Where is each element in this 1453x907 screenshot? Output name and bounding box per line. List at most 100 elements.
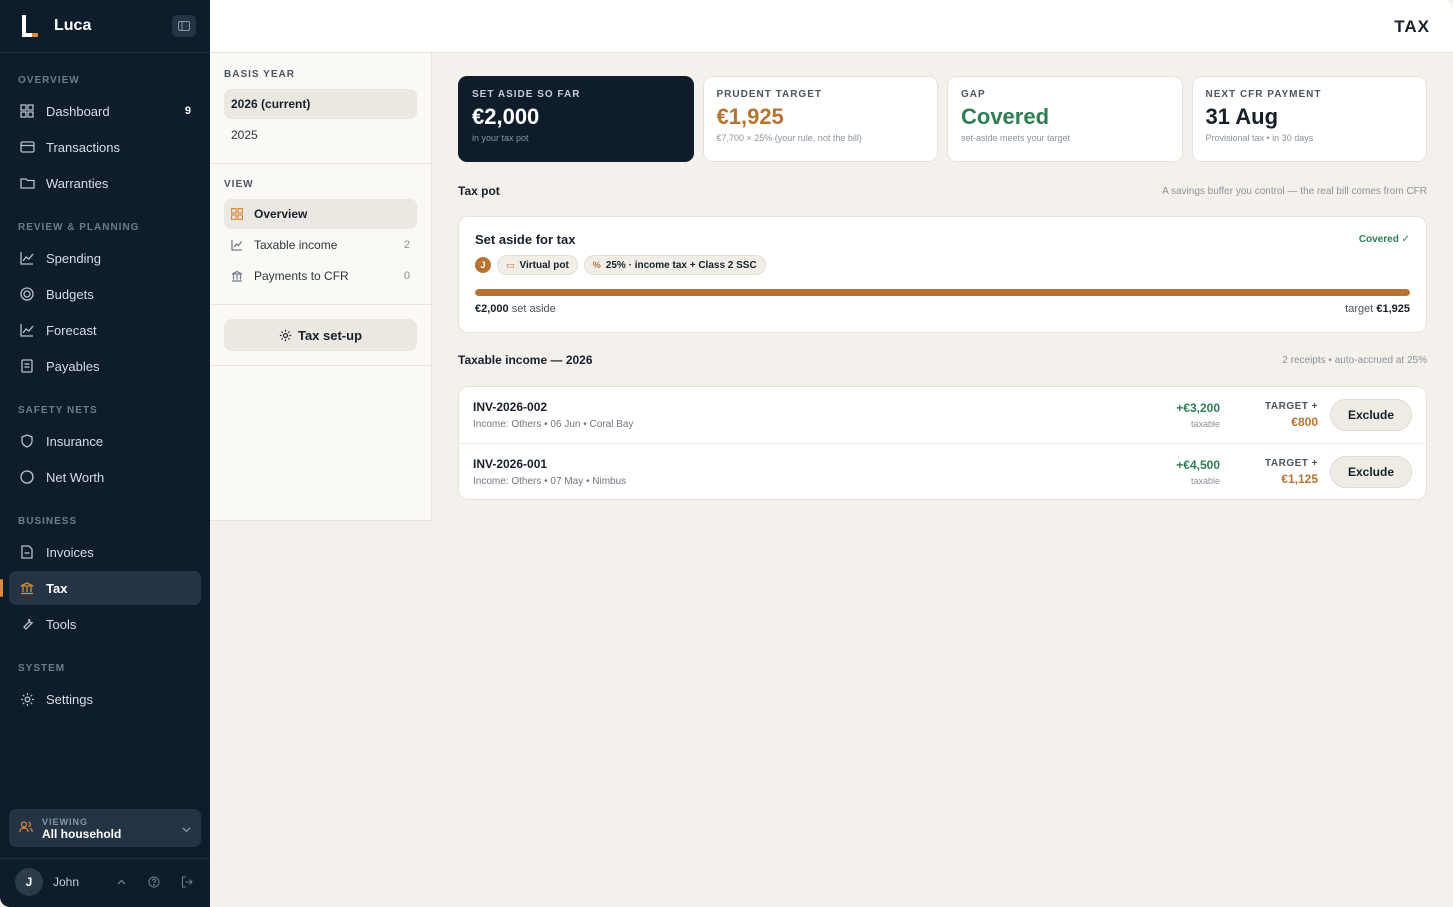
- target-label: TARGET +: [1265, 457, 1318, 469]
- help-icon[interactable]: [146, 875, 162, 888]
- view-item-payments-to-cfr[interactable]: Payments to CFR 0: [224, 261, 417, 291]
- nav-section-label: REVIEW & PLANNING: [18, 222, 140, 233]
- bank-icon: [231, 270, 245, 282]
- sidebar-item-settings[interactable]: Settings: [9, 682, 201, 716]
- sidebar-item-warranties[interactable]: Warranties: [9, 166, 201, 200]
- collapse-sidebar-button[interactable]: [172, 15, 196, 37]
- sidebar-item-payables[interactable]: Payables: [9, 349, 201, 383]
- avatar[interactable]: J: [15, 867, 43, 896]
- sidebar-item-net-worth[interactable]: Net Worth: [9, 460, 201, 494]
- sidebar-item-transactions[interactable]: Transactions: [9, 130, 201, 164]
- receipt-info: INV-2026-001 Income: Others • 07 May • N…: [473, 457, 1140, 487]
- target-icon: [19, 286, 35, 302]
- topbar: TAX: [210, 0, 1453, 53]
- chart-icon: [231, 239, 245, 251]
- tax-setup-button[interactable]: Tax set-up: [224, 319, 417, 351]
- sidebar-item-dashboard[interactable]: Dashboard 9: [9, 94, 201, 128]
- section-title: Tax pot: [458, 184, 500, 198]
- nav-section-business: BUSINESS Invoices Tax Tools: [0, 516, 210, 641]
- gear-icon: [279, 329, 292, 342]
- tax-overview: SET ASIDE SO FAR €2,000 in your tax pot …: [458, 76, 1427, 500]
- chevron-down-icon: [182, 821, 191, 836]
- dashboard-icon: [19, 103, 35, 119]
- invoice-icon: [19, 544, 35, 560]
- receipt-id: INV-2026-001: [473, 456, 548, 471]
- sidebar-item-invoices[interactable]: Invoices: [9, 535, 201, 569]
- chevron-up-icon[interactable]: [113, 879, 129, 885]
- receipt-info: INV-2026-002 Income: Others • 06 Jun • C…: [473, 400, 1140, 430]
- sidebar-item-label: Insurance: [46, 433, 104, 449]
- stat-label: NEXT CFR PAYMENT: [1205, 89, 1322, 100]
- view-item-label: Overview: [254, 207, 308, 221]
- receipt-id: INV-2026-002: [473, 400, 548, 414]
- nav-section-label: BUSINESS: [18, 516, 78, 527]
- sidebar-item-label: Net Worth: [46, 469, 105, 485]
- pot-chips: J ▭ Virtual pot % 25% · income tax + Class…: [475, 255, 1410, 275]
- stat-value: €2,000: [472, 104, 540, 129]
- brand-bar: Luca: [0, 0, 210, 53]
- sidebar-item-label: Spending: [46, 250, 101, 266]
- basis-year-heading: BASIS YEAR: [224, 69, 295, 80]
- viewing-text: VIEWING All household: [42, 816, 182, 840]
- household-selector[interactable]: VIEWING All household: [9, 809, 201, 847]
- amount-label: taxable: [1190, 419, 1220, 429]
- sidebar-item-insurance[interactable]: Insurance: [9, 424, 201, 458]
- sidebar-item-budgets[interactable]: Budgets: [9, 277, 201, 311]
- card-icon: [19, 139, 35, 155]
- virtual-pot-chip: ▭ Virtual pot: [497, 255, 578, 275]
- view-item-overview[interactable]: Overview: [224, 199, 417, 229]
- target-value: €800: [1291, 415, 1318, 429]
- wrench-icon: [19, 616, 35, 632]
- sidebar-item-spending[interactable]: Spending: [9, 241, 201, 275]
- users-icon: [19, 820, 33, 836]
- pot-title: Set aside for tax: [475, 232, 576, 247]
- section-title: Taxable income — 2026: [458, 353, 593, 367]
- stat-value: 31 Aug: [1205, 104, 1279, 129]
- sidebar-item-tools[interactable]: Tools: [9, 607, 201, 641]
- stat-label: PRUDENT TARGET: [716, 89, 822, 100]
- logout-icon[interactable]: [179, 875, 195, 888]
- sidebar-item-label: Warranties: [46, 175, 109, 191]
- dashboard-count-badge: 9: [184, 105, 191, 117]
- stat-cards: SET ASIDE SO FAR €2,000 in your tax pot …: [458, 76, 1427, 162]
- app-name: Luca: [54, 17, 92, 34]
- progress-fill: [475, 289, 1410, 296]
- target-label: target: [1345, 303, 1374, 315]
- pot-footer: €2,000 set aside target €1,925: [475, 303, 1410, 315]
- tax-setup-label: Tax set-up: [297, 327, 363, 343]
- receipt-meta: Income: Others • 07 May • Nimbus: [473, 475, 627, 487]
- view-item-label: Taxable income: [254, 238, 338, 252]
- chart-icon: [19, 322, 35, 338]
- exclude-button[interactable]: Exclude: [1330, 399, 1412, 431]
- set-aside-progress-bar: [475, 289, 1410, 296]
- nav-section-label: SYSTEM: [18, 663, 66, 674]
- exclude-button[interactable]: Exclude: [1330, 455, 1412, 488]
- year-option-2025[interactable]: 2025: [224, 120, 417, 150]
- sidebar-item-tax[interactable]: Tax: [0, 571, 201, 605]
- set-aside-amount: €2,000 set aside: [475, 303, 556, 315]
- nav-section-system: SYSTEM Settings: [0, 663, 210, 716]
- stat-label: SET ASIDE SO FAR: [472, 89, 581, 100]
- sidebar-item-label: Transactions: [46, 139, 120, 155]
- view-item-count: 2: [403, 239, 410, 251]
- amount-value: +€3,200: [1176, 401, 1220, 415]
- networth-icon: [19, 469, 35, 485]
- nav-section-safety: SAFETY NETS Insurance Net Worth: [0, 405, 210, 494]
- page-title: TAX: [1394, 17, 1430, 36]
- percent-icon: %: [592, 260, 601, 270]
- sidebar: Luca OVERVIEW Dashboard 9 Transactions W…: [0, 0, 210, 907]
- sidebar-item-forecast[interactable]: Forecast: [9, 313, 201, 347]
- receipt-amount: +€4,500 taxable: [1140, 458, 1220, 486]
- basis-year-group: BASIS YEAR 2026 (current) 2025: [210, 53, 431, 163]
- sidebar-item-label: Budgets: [46, 286, 94, 302]
- year-option-2026[interactable]: 2026 (current): [224, 89, 417, 119]
- stat-value: Covered: [961, 104, 1050, 129]
- shield-icon: [19, 433, 35, 449]
- set-aside-value: €2,000: [475, 303, 509, 315]
- list-item: INV-2026-002 Income: Others • 06 Jun • C…: [459, 387, 1426, 443]
- status-badge: Covered ✓: [1358, 234, 1410, 245]
- nav-section-review: REVIEW & PLANNING Spending Budgets Forec…: [0, 222, 210, 383]
- dashboard-icon: [231, 208, 245, 220]
- stat-prudent-target: PRUDENT TARGET €1,925 €7,700 × 25% (your…: [702, 76, 938, 162]
- view-item-taxable-income[interactable]: Taxable income 2: [224, 230, 417, 260]
